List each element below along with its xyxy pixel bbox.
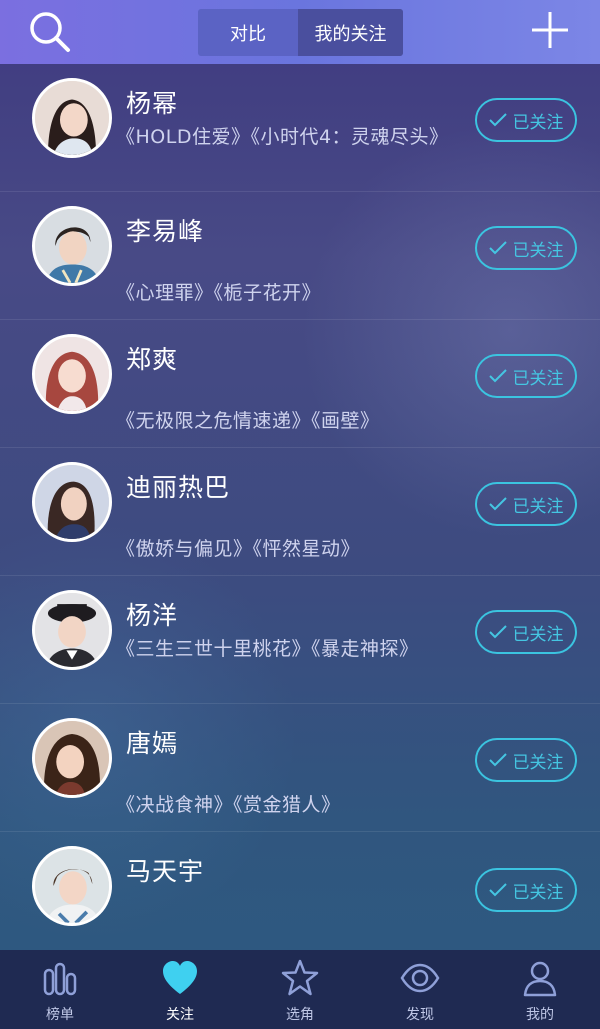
followed-label: 已关注: [512, 624, 564, 645]
checkmark-icon: [488, 241, 507, 255]
celebrity-name: 郑爽: [126, 345, 179, 374]
followed-label: 已关注: [512, 112, 564, 133]
avatar: [32, 718, 112, 798]
checkmark-icon: [488, 883, 507, 897]
tab-follows[interactable]: 关注: [120, 950, 240, 1029]
tab-casting[interactable]: 选角: [240, 950, 360, 1029]
followed-label: 已关注: [512, 240, 564, 261]
followed-button[interactable]: 已关注: [475, 354, 577, 398]
plus-icon: [532, 12, 568, 48]
checkmark-icon: [488, 369, 507, 383]
celebrity-works: 《心理罪》《栀子花开》: [116, 282, 322, 304]
eye-icon: [400, 963, 440, 993]
tab-rankings[interactable]: 榜单: [0, 950, 120, 1029]
avatar-photo: [35, 593, 109, 667]
app-screen: 对比 我的关注 杨幂 《HOLD住爱》《小时代4：灵魂尽头》 已关注 李易峰 《…: [0, 0, 600, 1029]
bottom-tab-bar: 榜单 关注 选角 发现 我的: [0, 950, 600, 1029]
heart-icon: [163, 961, 197, 994]
tab-my-follows-label: 我的关注: [314, 23, 387, 45]
avatar: [32, 462, 112, 542]
segmented-control: 对比 我的关注: [198, 9, 403, 56]
tab-discover[interactable]: 发现: [360, 950, 480, 1029]
tab-compare[interactable]: 对比: [198, 9, 298, 56]
tab-my-follows[interactable]: 我的关注: [298, 9, 403, 56]
avatar-photo: [35, 465, 109, 539]
chart-bars-icon: [43, 962, 77, 996]
header-bar: 对比 我的关注: [0, 0, 600, 64]
followed-button[interactable]: 已关注: [475, 738, 577, 782]
list-item[interactable]: 迪丽热巴 《傲娇与偏见》《怦然星动》 已关注: [0, 448, 600, 576]
list-item[interactable]: 杨洋 《三生三世十里桃花》《暴走神探》 已关注: [0, 576, 600, 704]
search-button[interactable]: [26, 8, 74, 56]
celebrity-name: 唐嫣: [126, 729, 179, 758]
tab-discover-label: 发现: [406, 1007, 434, 1023]
avatar: [32, 78, 112, 158]
celebrity-works: 《三生三世十里桃花》《暴走神探》: [116, 638, 419, 660]
celebrity-name: 马天宇: [126, 857, 205, 886]
avatar: [32, 334, 112, 414]
tab-follows-label: 关注: [166, 1007, 194, 1023]
checkmark-icon: [488, 497, 507, 511]
add-button[interactable]: [528, 8, 572, 52]
avatar-photo: [35, 209, 109, 283]
followed-label: 已关注: [512, 368, 564, 389]
avatar: [32, 846, 112, 926]
avatar-photo: [35, 849, 109, 923]
tab-mine-label: 我的: [526, 1007, 554, 1023]
tab-mine[interactable]: 我的: [480, 950, 600, 1029]
followed-label: 已关注: [512, 882, 564, 903]
tab-compare-label: 对比: [230, 23, 266, 45]
celebrity-works: 《HOLD住爱》《小时代4：灵魂尽头》: [116, 126, 449, 148]
celebrity-works: 《无极限之危情速递》《画壁》: [116, 410, 380, 432]
followed-button[interactable]: 已关注: [475, 482, 577, 526]
celebrity-works: 《决战食神》《赏金猎人》: [116, 794, 341, 816]
celebrity-name: 迪丽热巴: [126, 473, 231, 502]
person-icon: [523, 961, 557, 997]
tab-casting-label: 选角: [286, 1007, 314, 1023]
tab-rankings-label: 榜单: [46, 1007, 74, 1023]
followed-button[interactable]: 已关注: [475, 226, 577, 270]
followed-label: 已关注: [512, 496, 564, 517]
avatar: [32, 590, 112, 670]
celebrity-works: 《傲娇与偏见》《怦然星动》: [116, 538, 361, 560]
celebrity-list: 杨幂 《HOLD住爱》《小时代4：灵魂尽头》 已关注 李易峰 《心理罪》《栀子花…: [0, 64, 600, 960]
avatar-photo: [35, 721, 109, 795]
list-item[interactable]: 杨幂 《HOLD住爱》《小时代4：灵魂尽头》 已关注: [0, 64, 600, 192]
star-icon: [281, 959, 319, 996]
list-item[interactable]: 李易峰 《心理罪》《栀子花开》 已关注: [0, 192, 600, 320]
followed-button[interactable]: 已关注: [475, 98, 577, 142]
checkmark-icon: [488, 113, 507, 127]
celebrity-name: 李易峰: [126, 217, 205, 246]
checkmark-icon: [488, 625, 507, 639]
avatar-photo: [35, 337, 109, 411]
avatar: [32, 206, 112, 286]
list-item[interactable]: 郑爽 《无极限之危情速递》《画壁》 已关注: [0, 320, 600, 448]
followed-label: 已关注: [512, 752, 564, 773]
search-icon: [30, 12, 70, 52]
celebrity-name: 杨洋: [126, 601, 179, 630]
list-item[interactable]: 马天宇 已关注: [0, 832, 600, 960]
followed-button[interactable]: 已关注: [475, 610, 577, 654]
checkmark-icon: [488, 753, 507, 767]
followed-button[interactable]: 已关注: [475, 868, 577, 912]
list-item[interactable]: 唐嫣 《决战食神》《赏金猎人》 已关注: [0, 704, 600, 832]
avatar-photo: [35, 81, 109, 155]
celebrity-name: 杨幂: [126, 89, 179, 118]
